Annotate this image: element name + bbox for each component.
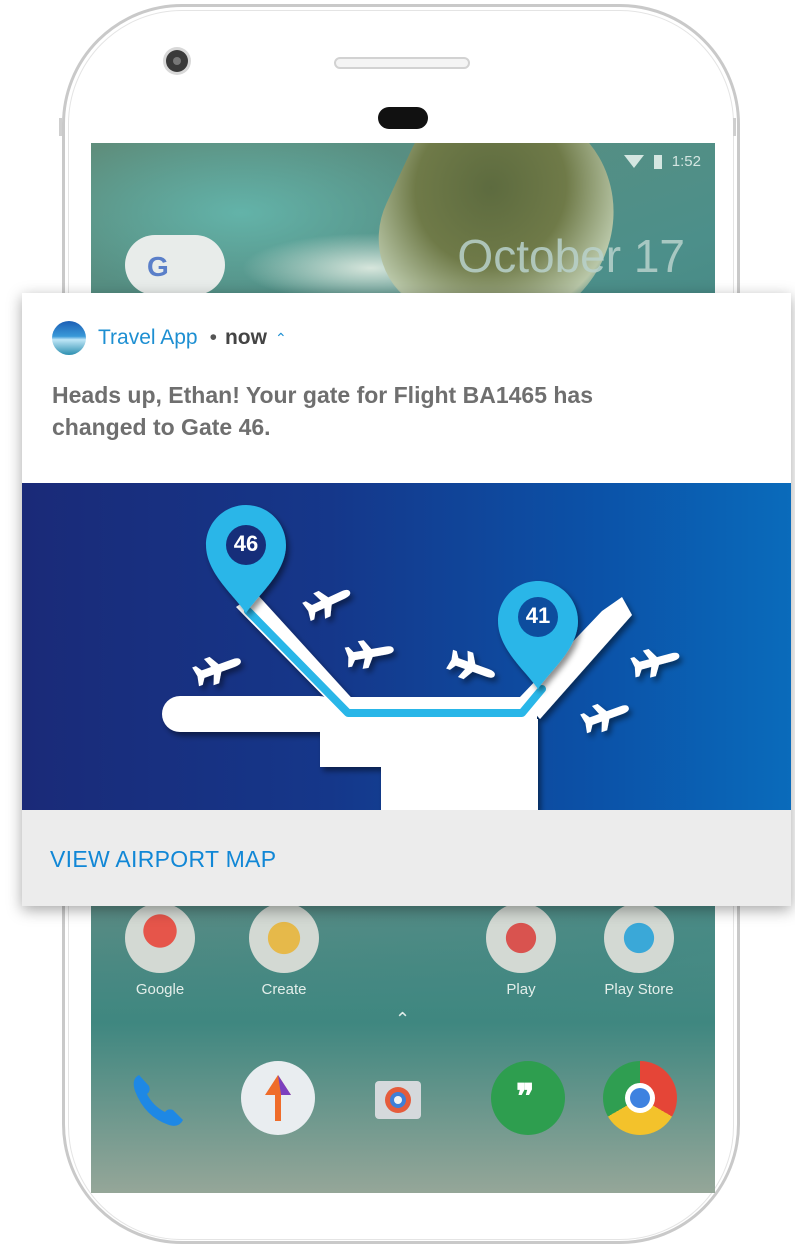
proximity-sensor (378, 107, 428, 129)
notification-message: Heads up, Ethan! Your gate for Flight BA… (52, 382, 594, 440)
create-folder-icon (249, 903, 319, 973)
side-button (59, 118, 62, 136)
battery-icon (653, 154, 662, 169)
front-camera (166, 50, 188, 72)
notification-card[interactable]: Travel App • now ⌃ Heads up, Ethan! Your… (22, 293, 791, 906)
notification-app-name: Travel App (98, 326, 198, 349)
travel-app-icon (52, 321, 86, 355)
notification-header: Travel App • now ⌃ (52, 321, 287, 355)
home-app-label: Play Store (604, 981, 674, 998)
status-bar: 1:52 (623, 153, 701, 170)
lockscreen-date: October 17 (457, 230, 685, 282)
status-time: 1:52 (671, 153, 701, 170)
app-drawer-arrow-icon[interactable]: ⌃ (395, 1009, 410, 1030)
phone-icon[interactable] (121, 1061, 195, 1135)
home-app-label: Google (135, 981, 185, 998)
hangouts-icon[interactable]: ❞ (491, 1061, 565, 1135)
earpiece-speaker (334, 57, 470, 69)
old-gate-number: 41 (525, 603, 551, 628)
hangouts-glyph: ❞ (516, 1078, 535, 1116)
chrome-icon[interactable] (603, 1061, 677, 1135)
new-gate-number: 46 (233, 531, 259, 556)
play-store-icon (604, 903, 674, 973)
side-button (733, 118, 736, 136)
notification-actions: VIEW AIRPORT MAP (22, 810, 791, 906)
google-apps-folder-icon (125, 903, 195, 973)
google-g-icon: G (147, 251, 169, 282)
view-airport-map-button[interactable]: VIEW AIRPORT MAP (50, 846, 276, 873)
home-app-play[interactable]: Play (476, 903, 566, 998)
expand-chevron-icon[interactable]: ⌃ (275, 330, 287, 347)
gate-46-pin-icon (206, 505, 286, 613)
home-app-play-store[interactable]: Play Store (594, 903, 684, 998)
google-search-widget[interactable]: G (125, 235, 225, 295)
home-app-google[interactable]: Google (115, 903, 205, 998)
header-separator: • (209, 326, 217, 349)
wifi-icon (623, 155, 644, 168)
play-folder-icon (486, 903, 556, 973)
home-app-label: Create (261, 981, 307, 998)
home-app-label: Play (506, 981, 536, 998)
direction-app-icon[interactable] (241, 1061, 315, 1135)
notification-time: now (224, 326, 267, 349)
camera-icon[interactable] (361, 1061, 435, 1135)
home-app-create[interactable]: Create (239, 903, 329, 998)
gate-change-illustration: 46 41 (22, 483, 791, 810)
